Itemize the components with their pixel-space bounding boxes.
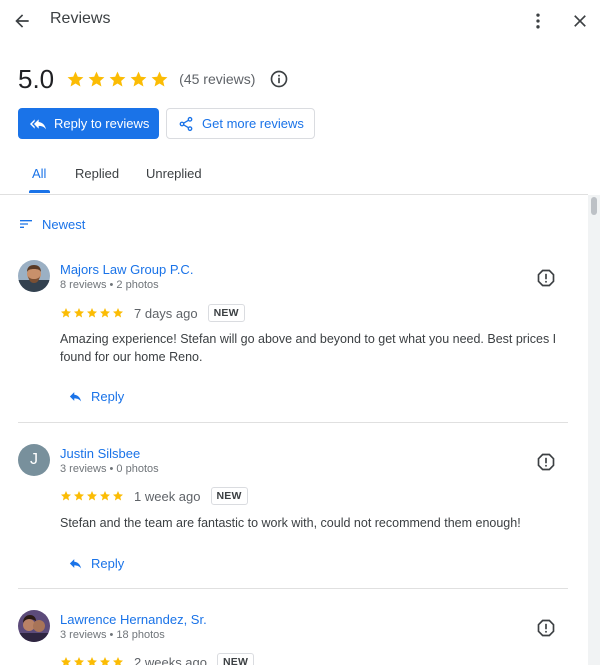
review-divider: [18, 588, 568, 589]
close-icon[interactable]: [566, 7, 594, 35]
tab-replied[interactable]: Replied: [75, 166, 119, 181]
reply-label: Reply: [91, 555, 125, 571]
average-score: 5.0: [18, 63, 55, 94]
avatar[interactable]: [18, 260, 50, 292]
reply-to-reviews-label: Reply to reviews: [54, 116, 150, 131]
star-icon: [100, 657, 110, 665]
review-stars: [60, 656, 124, 665]
review-text: Amazing experience! Stefan will go above…: [60, 332, 557, 364]
flag-icon[interactable]: [536, 618, 556, 638]
reply-icon: [68, 556, 83, 571]
reply-icon: [68, 389, 83, 404]
review-stars: [60, 307, 124, 319]
star-icon: [67, 71, 84, 87]
review-text: Stefan and the team are fantastic to wor…: [60, 516, 521, 530]
reviewer-meta: 8 reviews • 2 photos: [60, 279, 159, 291]
review-divider: [18, 422, 568, 423]
scrollbar[interactable]: [588, 195, 600, 665]
tab-unreplied[interactable]: Unreplied: [146, 166, 202, 181]
star-icon: [61, 657, 71, 665]
star-icon: [100, 308, 110, 318]
flag-icon[interactable]: [536, 268, 556, 288]
review-rating-line: 1 week ago NEW: [60, 486, 248, 506]
star-icon: [113, 491, 123, 501]
rating-stars: [66, 70, 169, 89]
review-time: 2 weeks ago: [134, 654, 207, 665]
review-tabs: All Replied Unreplied: [0, 150, 588, 195]
star-icon: [87, 308, 97, 318]
reply-all-icon: [30, 116, 46, 132]
star-icon: [87, 491, 97, 501]
avatar[interactable]: J: [18, 444, 50, 476]
star-icon: [88, 71, 105, 87]
reply-button[interactable]: Reply: [68, 386, 124, 406]
sort-label: Newest: [42, 216, 86, 232]
star-icon: [61, 308, 71, 318]
rating-summary: 5.0 (45 reviews): [18, 62, 289, 96]
get-more-reviews-label: Get more reviews: [202, 116, 304, 131]
review-time: 7 days ago: [134, 305, 198, 321]
tab-all[interactable]: All: [32, 166, 46, 181]
star-icon: [61, 491, 71, 501]
star-icon: [87, 657, 97, 665]
more-vert-icon[interactable]: [524, 7, 552, 35]
share-icon: [178, 116, 194, 132]
star-icon: [100, 491, 110, 501]
get-more-reviews-button[interactable]: Get more reviews: [166, 108, 315, 139]
flag-icon[interactable]: [536, 452, 556, 472]
star-icon: [74, 308, 84, 318]
scrollbar-thumb[interactable]: [591, 197, 597, 215]
star-icon: [74, 657, 84, 665]
reviewer-name[interactable]: Justin Silsbee: [60, 446, 140, 461]
star-icon: [113, 657, 123, 665]
new-badge: NEW: [210, 487, 248, 505]
reply-to-reviews-button[interactable]: Reply to reviews: [18, 108, 159, 139]
active-tab-indicator: [29, 190, 50, 193]
review-item: Lawrence Hernandez, Sr. 3 reviews • 18 p…: [0, 608, 588, 665]
review-stars: [60, 490, 124, 502]
arrow-left-icon[interactable]: [8, 7, 36, 35]
reviewer-meta: 3 reviews • 18 photos: [60, 629, 165, 641]
avatar[interactable]: [18, 610, 50, 642]
reviewer-meta: 3 reviews • 0 photos: [60, 463, 159, 475]
review-rating-line: 2 weeks ago NEW: [60, 652, 255, 665]
new-badge: NEW: [217, 653, 255, 665]
sort-icon: [18, 216, 34, 232]
star-icon: [113, 308, 123, 318]
reply-button[interactable]: Reply: [68, 553, 124, 573]
star-icon: [109, 71, 126, 87]
star-icon: [130, 71, 147, 87]
page-title: Reviews: [50, 10, 111, 27]
reviewer-name[interactable]: Majors Law Group P.C.: [60, 262, 193, 277]
new-badge: NEW: [207, 304, 245, 322]
star-icon: [74, 491, 84, 501]
reviewer-name[interactable]: Lawrence Hernandez, Sr.: [60, 612, 207, 627]
review-time: 1 week ago: [134, 488, 201, 504]
review-count: (45 reviews): [179, 71, 256, 87]
info-icon[interactable]: [269, 69, 289, 89]
reply-label: Reply: [91, 388, 125, 404]
header-bar: Reviews: [0, 0, 600, 42]
star-icon: [151, 71, 168, 87]
sort-button[interactable]: Newest: [18, 214, 85, 234]
review-rating-line: 7 days ago NEW: [60, 303, 245, 323]
